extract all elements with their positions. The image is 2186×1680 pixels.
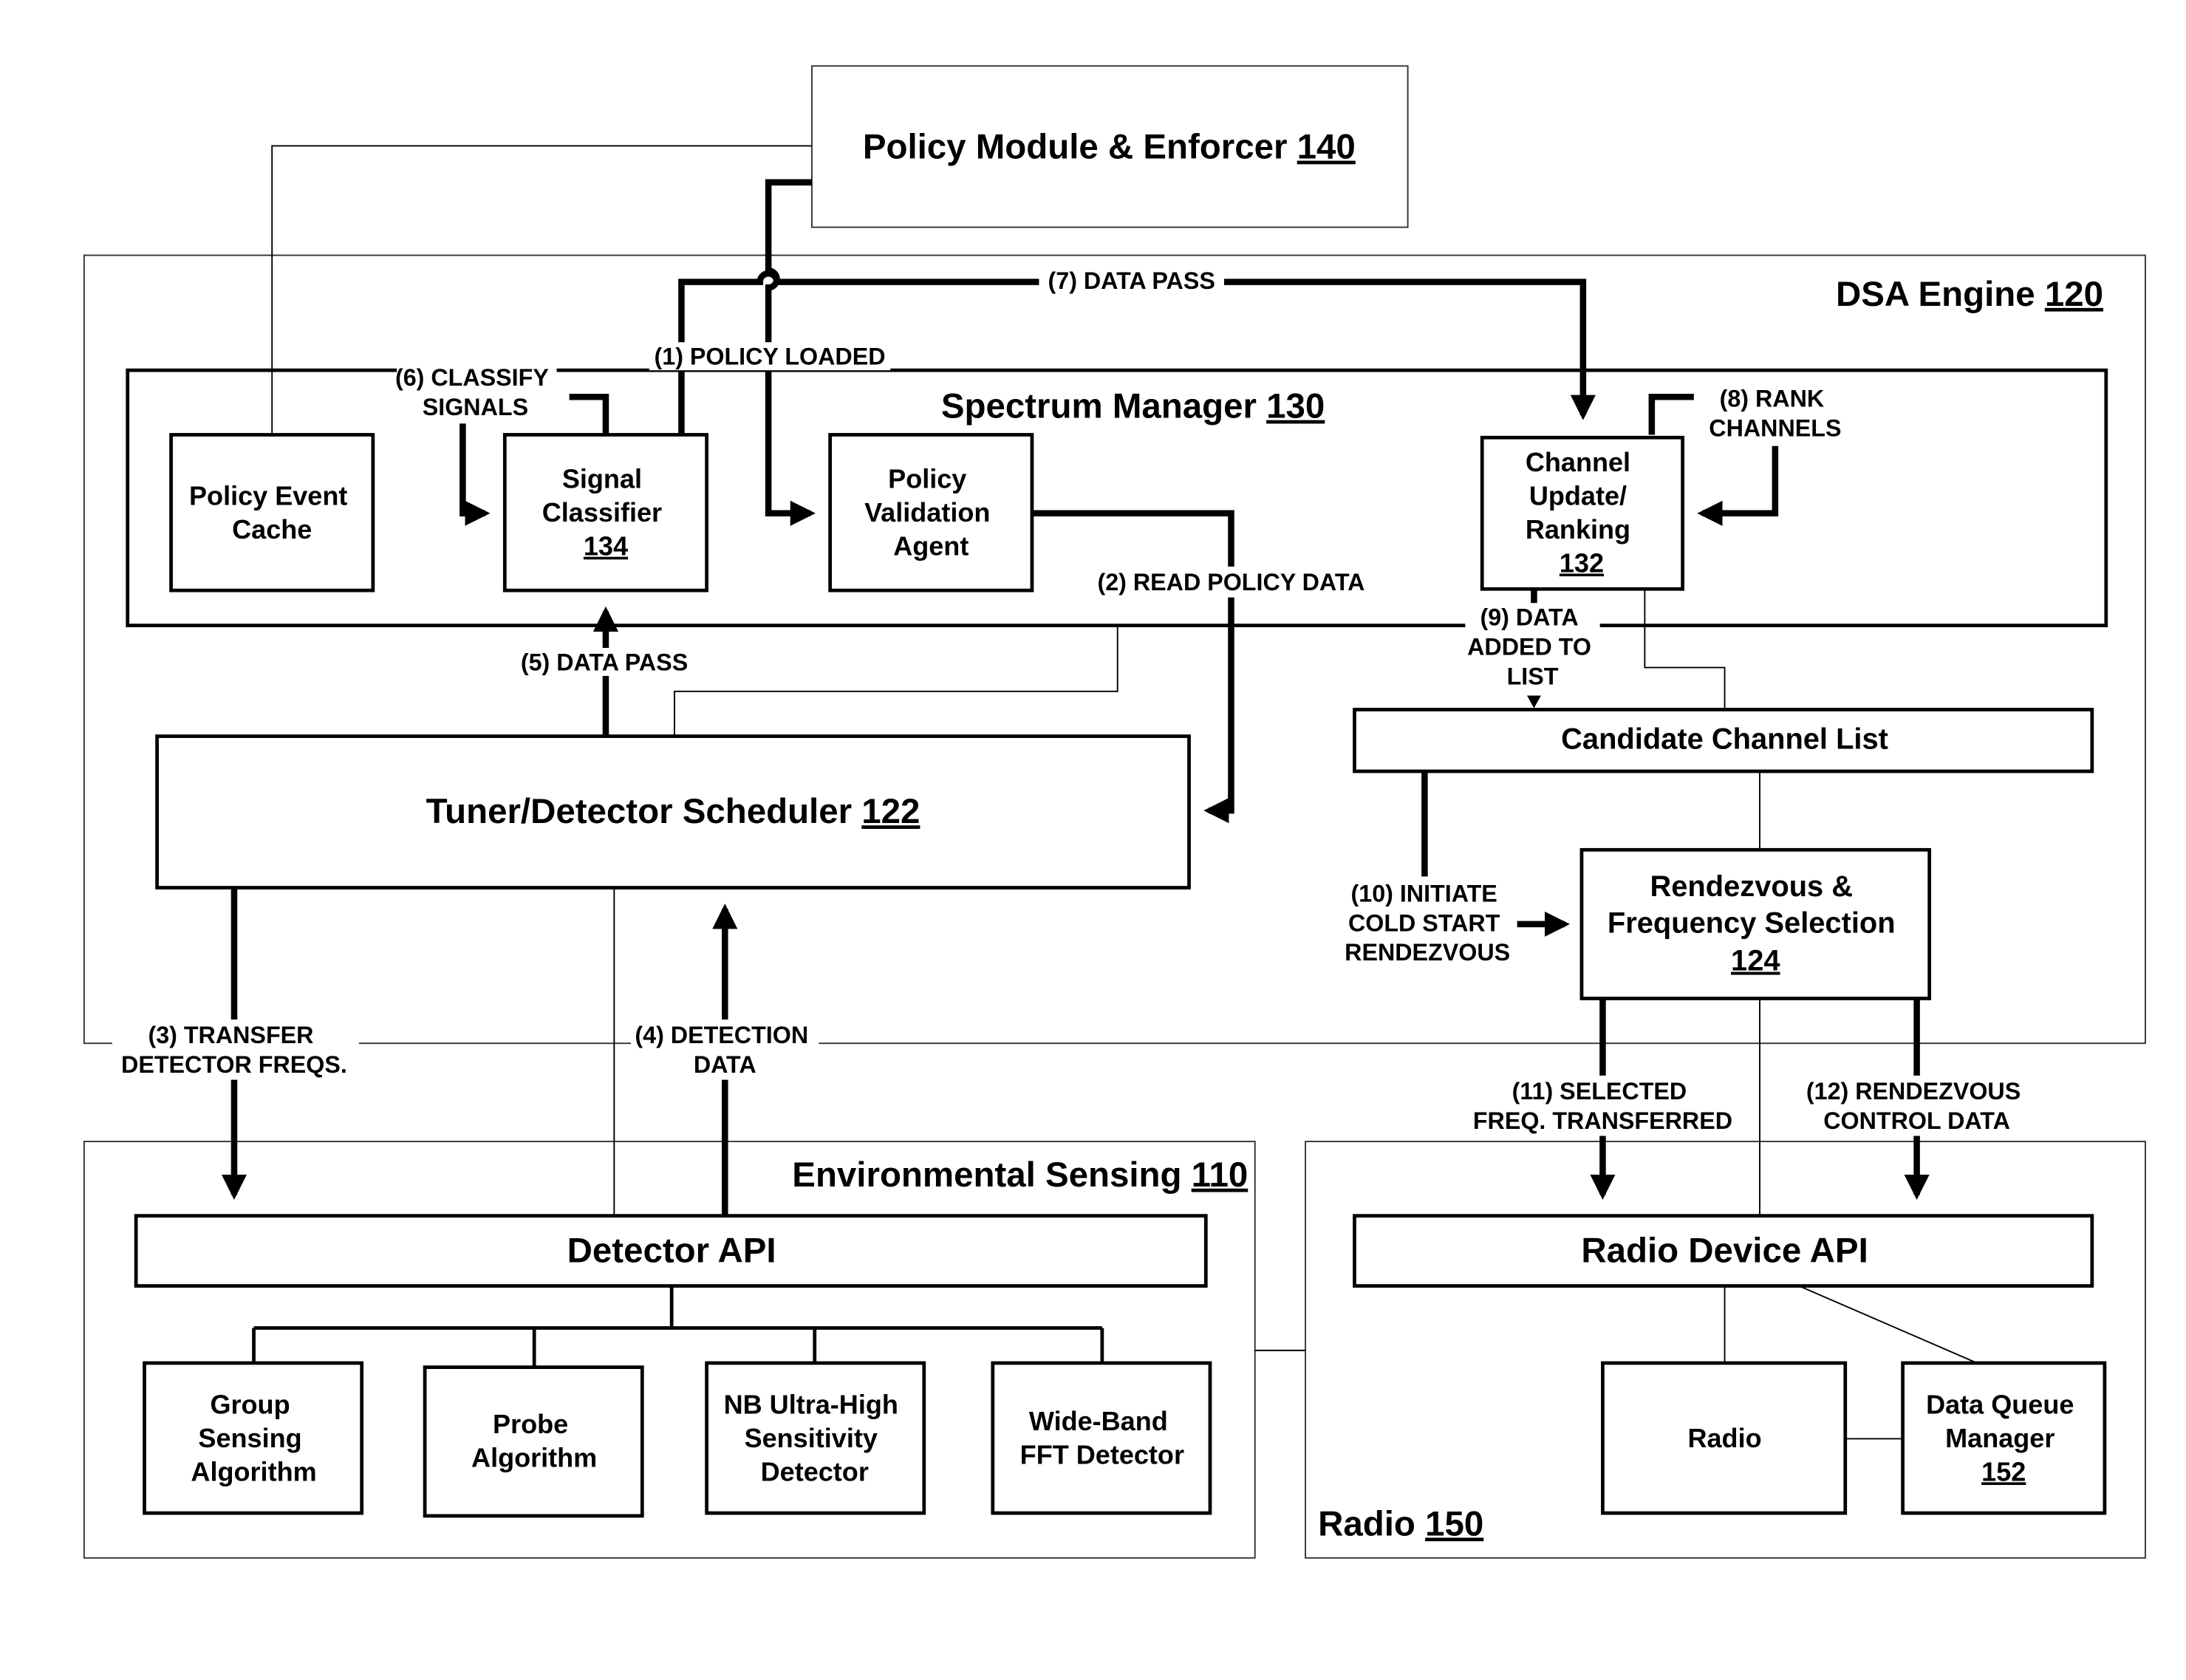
scheduler-spectrum-link (673, 625, 1118, 737)
tuner-detector-scheduler-label: Tuner/Detector Scheduler 122 (426, 792, 920, 831)
policy-module-title: Policy Module & Enforcer 140 (863, 128, 1356, 167)
spectrum-manager-title: Spectrum Manager 130 (941, 387, 1325, 426)
flow-2-label: (2) READ POLICY DATA (1097, 569, 1364, 595)
flow-7-label: (7) DATA PASS (1048, 267, 1215, 294)
environmental-sensing-title: Environmental Sensing 110 (792, 1155, 1248, 1195)
policy-event-cache-box (169, 433, 375, 593)
candidate-channel-list-label: Candidate Channel List (1561, 723, 1888, 756)
flow-9-arrow (1526, 695, 1541, 708)
dsa-architecture-diagram: Policy Module & Enforcer 140 DSA Engine … (83, 65, 2146, 1559)
radio-title: Radio 150 (1318, 1504, 1483, 1543)
radioapi-queue-link (1798, 1285, 1978, 1364)
radio-box-label: Radio (1687, 1423, 1761, 1453)
probe-algorithm-box (423, 1365, 644, 1518)
wide-band-fft-box (991, 1361, 1212, 1515)
flow-5-label: (5) DATA PASS (521, 649, 688, 675)
flow-10-label: (10) INITIATE COLD START RENDEZVOUS (1345, 881, 1510, 966)
flow-1-label: (1) POLICY LOADED (655, 344, 886, 370)
detector-api-label: Detector API (567, 1231, 776, 1270)
dsa-engine-title: DSA Engine 120 (1836, 275, 2103, 314)
radio-device-api-label: Radio Device API (1581, 1231, 1868, 1270)
detector-tree (252, 1285, 1104, 1367)
